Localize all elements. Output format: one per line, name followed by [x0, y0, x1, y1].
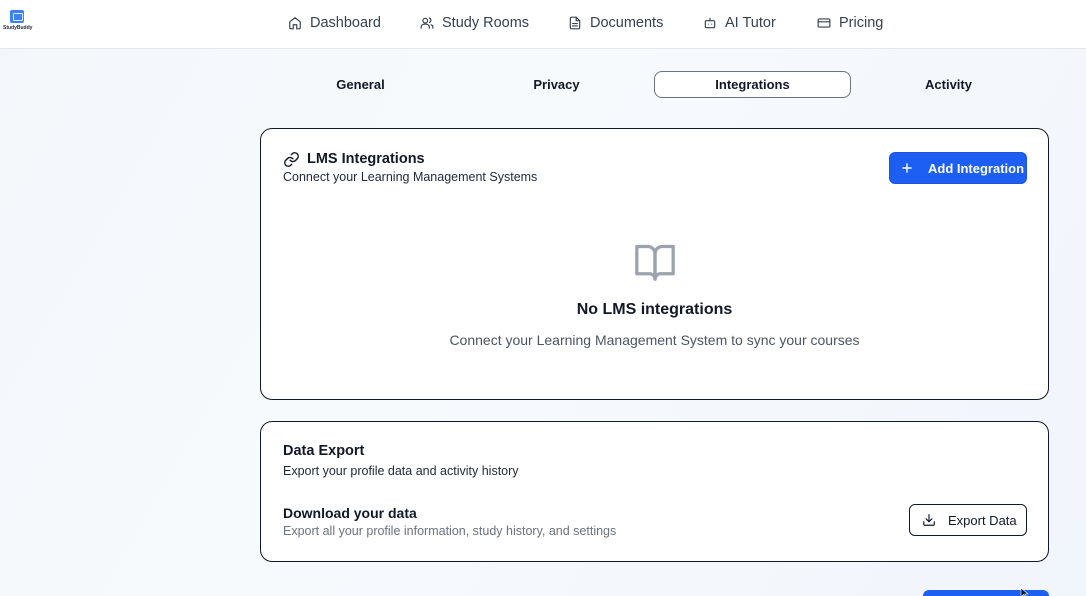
lms-card-subtitle: Connect your Learning Management Systems — [283, 170, 538, 184]
nav-item-label: AI Tutor — [725, 15, 776, 31]
empty-state-title: No LMS integrations — [576, 301, 733, 318]
add-integration-label: Add Integration — [928, 160, 1025, 176]
users-icon — [420, 17, 434, 29]
nav-item-documents[interactable]: Documents — [568, 13, 663, 33]
logo-icon — [10, 10, 24, 23]
nav-item-dashboard[interactable]: Dashboard — [288, 13, 381, 33]
save-button-partial[interactable] — [923, 590, 1049, 596]
tab-activity[interactable]: Activity — [850, 71, 1047, 98]
nav-item-label: Documents — [590, 15, 664, 31]
download-data-subtitle: Export all your profile information, stu… — [283, 524, 617, 538]
export-data-label: Export Data — [948, 512, 1017, 528]
home-icon — [289, 17, 301, 30]
data-export-card: Data Export Export your profile data and… — [260, 421, 1049, 562]
book-open-icon — [635, 244, 675, 281]
nav-item-study-rooms[interactable]: Study Rooms — [420, 13, 529, 33]
data-export-title: Data Export — [283, 443, 365, 459]
add-integration-button[interactable]: Add Integration — [889, 152, 1027, 184]
bot-icon — [704, 17, 716, 29]
tab-integrations[interactable]: Integrations — [654, 71, 851, 98]
credit-card-icon — [817, 18, 831, 28]
tab-general[interactable]: General — [262, 71, 459, 98]
nav-item-ai-tutor[interactable]: AI Tutor — [703, 13, 776, 33]
plus-icon — [902, 163, 912, 173]
nav-item-label: Dashboard — [310, 15, 381, 31]
link-icon — [284, 152, 299, 167]
lms-integrations-card: LMS Integrations Connect your Learning M… — [260, 128, 1049, 400]
tab-privacy[interactable]: Privacy — [458, 71, 655, 98]
nav-item-label: Study Rooms — [442, 15, 530, 31]
logo-text: StudyBuddy — [3, 25, 33, 31]
data-export-subtitle: Export your profile data and activity hi… — [283, 464, 519, 478]
top-navigation-bar: StudyBuddy Dashboard Study Rooms Documen… — [0, 0, 1086, 49]
mouse-cursor-icon — [1020, 588, 1029, 596]
empty-state-subtitle: Connect your Learning Management System … — [449, 332, 860, 348]
document-icon — [569, 16, 581, 30]
nav-item-label: Pricing — [839, 15, 884, 31]
download-data-title: Download your data — [283, 505, 417, 521]
export-data-button[interactable]: Export Data — [909, 504, 1027, 536]
download-icon — [923, 514, 935, 526]
lms-card-title: LMS Integrations — [307, 151, 425, 167]
app-logo[interactable]: StudyBuddy — [3, 9, 33, 33]
nav-item-pricing[interactable]: Pricing — [817, 13, 883, 33]
